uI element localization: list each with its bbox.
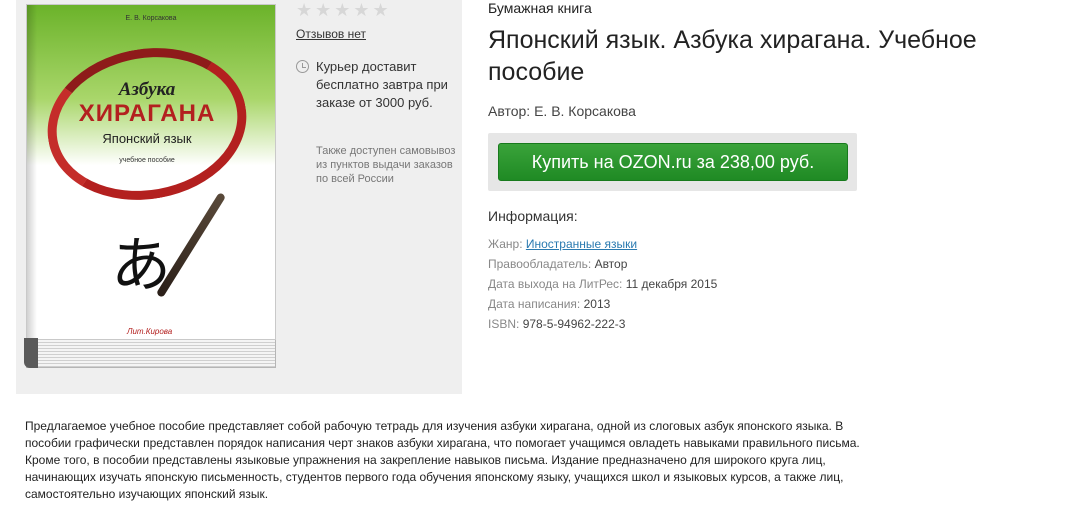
- info-key: Дата выхода на ЛитРес:: [488, 277, 623, 291]
- cover-title-line1: Азбука: [118, 79, 176, 100]
- buy-on-ozon-button[interactable]: Купить на OZON.ru за 238,00 руб.: [498, 143, 848, 181]
- cover-author: Е. В. Корсакова: [125, 15, 177, 22]
- book-description: Предлагаемое учебное пособие представляе…: [25, 419, 860, 501]
- info-row-rightholder: Правообладатель: Автор: [488, 254, 717, 274]
- rating-stars[interactable]: ★★★★★: [296, 0, 392, 21]
- info-key: Дата написания:: [488, 297, 581, 311]
- book-cover-front: Е. В. Корсакова Азбука ХИРАГАНА Японский…: [26, 4, 276, 340]
- info-value: Автор: [594, 257, 628, 271]
- info-value: 2013: [583, 297, 611, 311]
- info-row-isbn: ISBN: 978-5-94962-222-3: [488, 314, 717, 334]
- pickup-text: Также доступен самовывоз из пунктов выда…: [316, 145, 456, 185]
- cover-title-line2: ХИРАГАНА: [78, 100, 216, 127]
- book-binding: [24, 338, 38, 368]
- book-cover-image[interactable]: Е. В. Корсакова Азбука ХИРАГАНА Японский…: [24, 0, 278, 370]
- reviews-link[interactable]: Отзывов нет: [296, 27, 366, 41]
- clock-icon: [296, 60, 309, 73]
- info-key: ISBN:: [488, 317, 520, 331]
- book-spine-shadow: [27, 5, 37, 339]
- courier-delivery-text: Курьер доставит бесплатно завтра при зак…: [316, 59, 448, 110]
- info-key: Правообладатель:: [488, 257, 592, 271]
- info-list: Жанр: Иностранные языки Правообладатель:…: [488, 234, 717, 334]
- info-row-release-date: Дата выхода на ЛитРес: 11 декабря 2015: [488, 274, 717, 294]
- book-pages-edge: [26, 340, 276, 368]
- info-key: Жанр:: [488, 237, 523, 251]
- cover-title-line3: Японский язык: [102, 131, 192, 146]
- info-row-written-date: Дата написания: 2013: [488, 294, 717, 314]
- cover-publisher-logo: Лит.Кирова: [127, 327, 173, 336]
- author-line: Автор: Е. В. Корсакова: [488, 103, 636, 119]
- info-value: 11 декабря 2015: [625, 277, 718, 291]
- buy-button-container: Купить на OZON.ru за 238,00 руб.: [488, 133, 857, 191]
- info-heading: Информация:: [488, 208, 578, 224]
- book-format-label: Бумажная книга: [488, 0, 592, 16]
- info-value: 978-5-94962-222-3: [522, 317, 626, 331]
- page-title: Японский язык. Азбука хирагана. Учебное …: [488, 26, 977, 86]
- info-row-genre: Жанр: Иностранные языки: [488, 234, 717, 254]
- genre-link[interactable]: Иностранные языки: [526, 237, 637, 251]
- cover-title-line4: учебное пособие: [119, 157, 175, 164]
